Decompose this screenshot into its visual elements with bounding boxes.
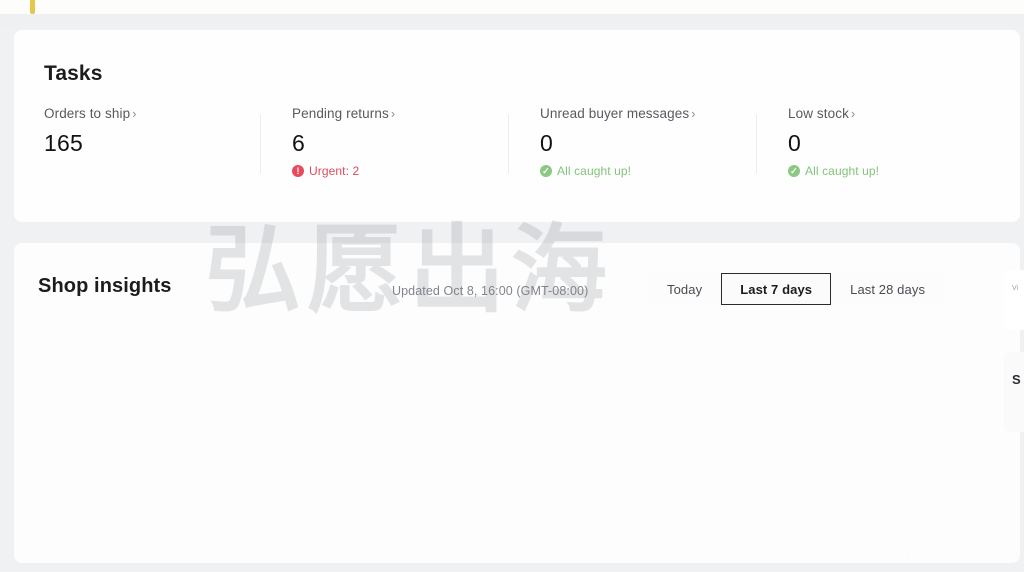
task-label[interactable]: Low stock ›	[788, 106, 986, 121]
task-note-ok: ✓ All caught up!	[540, 164, 738, 178]
tasks-title: Tasks	[44, 62, 103, 85]
tasks-row: Orders to ship › 165 Pending returns › 6 !…	[44, 106, 1004, 201]
chevron-right-icon: ›	[132, 107, 137, 121]
task-note-text: All caught up!	[557, 164, 632, 178]
date-range-tabs: Today Last 7 days Last 28 days	[648, 273, 945, 305]
check-circle-icon: ✓	[540, 165, 552, 177]
top-accent-bar	[30, 0, 35, 14]
task-value: 165	[44, 130, 83, 156]
task-label-text: Pending returns	[292, 106, 389, 121]
task-pending-returns[interactable]: Pending returns › 6 ! Urgent: 2	[260, 106, 508, 201]
task-value: 0	[788, 130, 801, 156]
right-panel-bottom-text: S	[1012, 372, 1021, 387]
insights-updated-timestamp: Updated Oct 8, 16:00 (GMT-08:00)	[392, 284, 589, 298]
check-circle-icon: ✓	[788, 165, 800, 177]
task-label-text: Unread buyer messages	[540, 106, 690, 121]
task-label-text: Low stock	[788, 106, 849, 121]
task-value: 6	[292, 130, 305, 156]
task-low-stock[interactable]: Low stock › 0 ✓ All caught up!	[756, 106, 1004, 201]
page-background-gutter	[0, 14, 1024, 26]
task-note-urgent: ! Urgent: 2	[292, 164, 490, 178]
chevron-right-icon: ›	[850, 107, 856, 121]
task-note-text: All caught up!	[805, 164, 880, 178]
task-note-text: Urgent: 2	[309, 164, 360, 178]
chevron-right-icon: ›	[390, 107, 396, 121]
alert-icon: !	[292, 165, 304, 177]
task-note-ok: ✓ All caught up!	[788, 164, 986, 178]
task-unread-buyer-messages[interactable]: Unread buyer messages › 0 ✓ All caught up…	[508, 106, 756, 201]
shop-insights-card: Shop insights Updated Oct 8, 16:00 (GMT-…	[14, 243, 1020, 563]
task-label[interactable]: Pending returns ›	[292, 106, 490, 121]
task-value: 0	[540, 130, 553, 156]
tab-last-28-days[interactable]: Last 28 days	[831, 273, 944, 305]
task-orders-to-ship[interactable]: Orders to ship › 165	[44, 106, 260, 201]
right-side-panel-bottom	[1004, 352, 1024, 432]
right-panel-top-text: Vi	[1012, 285, 1019, 292]
tab-last-7-days[interactable]: Last 7 days	[721, 273, 832, 305]
right-side-panel-top	[1004, 270, 1024, 330]
task-label[interactable]: Orders to ship ›	[44, 106, 242, 121]
shop-insights-title: Shop insights	[38, 275, 172, 297]
tab-today[interactable]: Today	[648, 273, 721, 305]
window-top-strip	[0, 0, 1024, 14]
chevron-right-icon: ›	[691, 107, 696, 121]
task-label[interactable]: Unread buyer messages ›	[540, 106, 738, 121]
task-label-text: Orders to ship	[44, 106, 131, 121]
tasks-card: Tasks Orders to ship › 165 Pending return…	[14, 30, 1020, 222]
